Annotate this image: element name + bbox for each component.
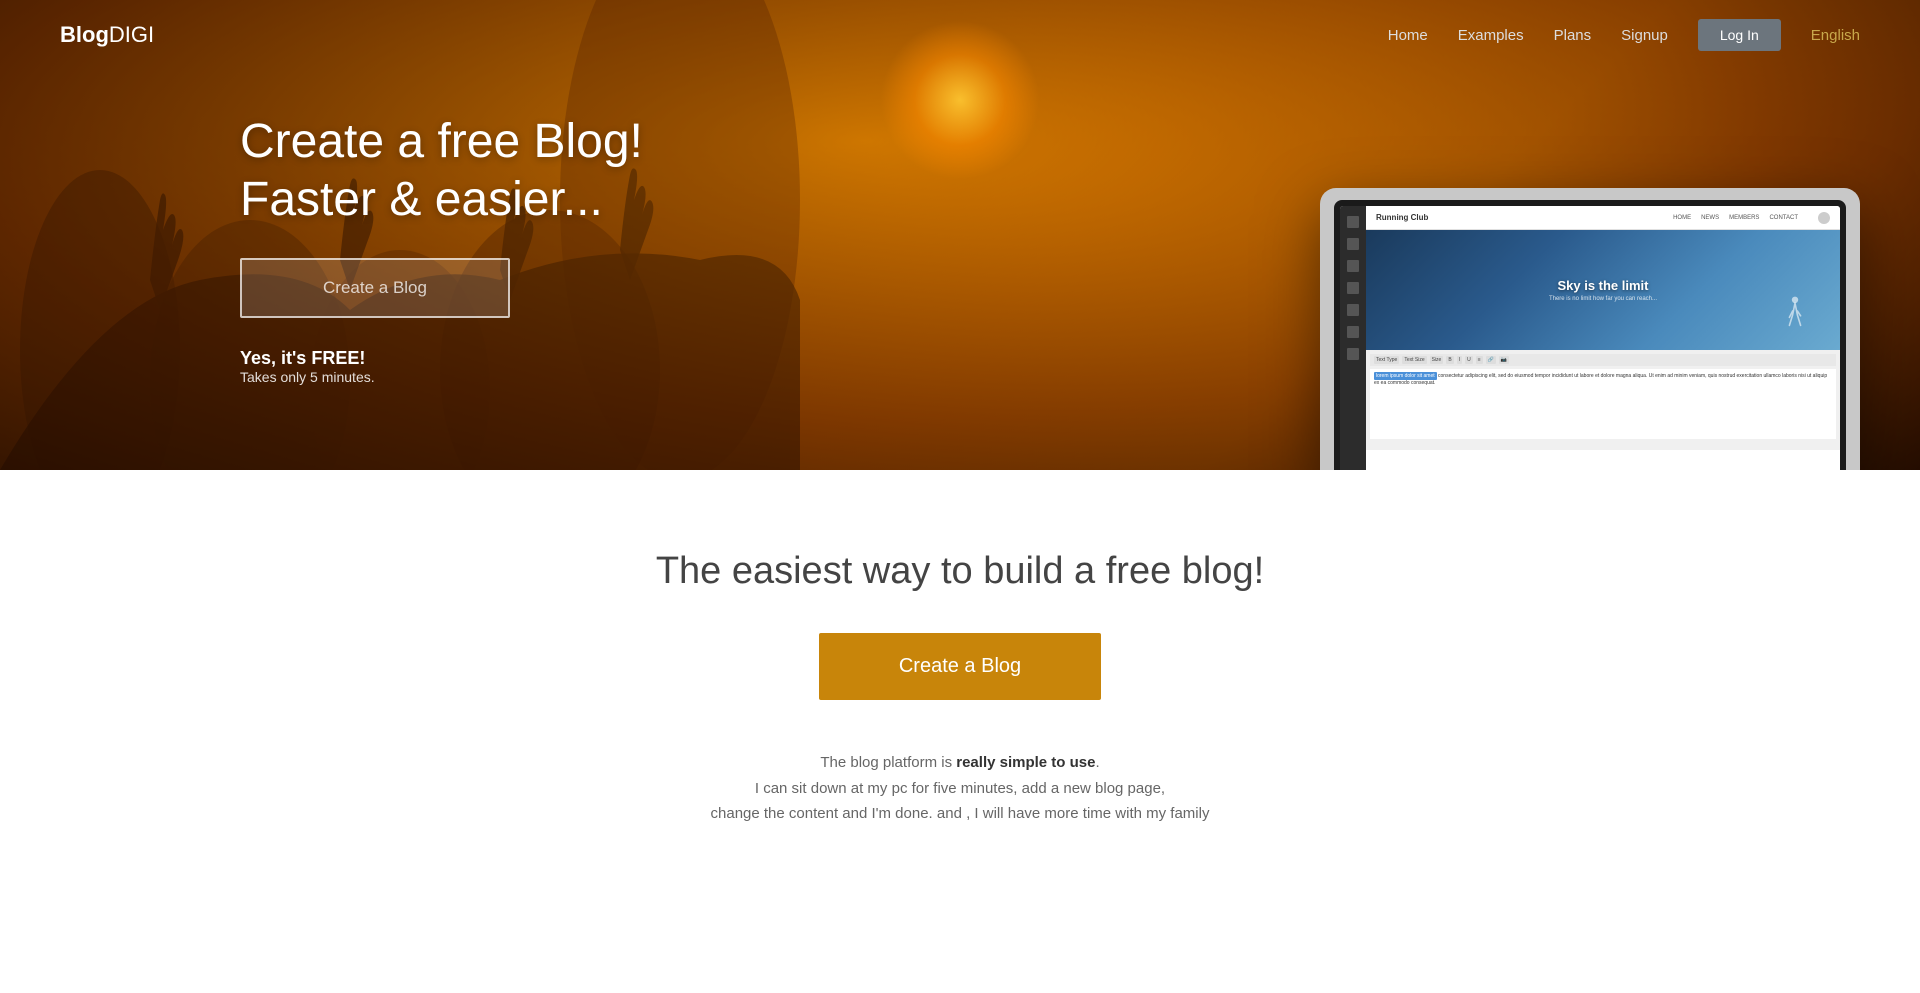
desc-part1: The blog platform is xyxy=(820,754,956,771)
nav-signup[interactable]: Signup xyxy=(1621,27,1668,44)
nav-examples[interactable]: Examples xyxy=(1458,27,1524,44)
hero-title-line2: Faster & easier... xyxy=(240,173,603,226)
tool-italic: I xyxy=(1457,356,1462,364)
tool-underline: U xyxy=(1465,356,1473,364)
laptop-screen: Running Club HOME NEWS MEMBERS CONTACT xyxy=(1340,206,1840,470)
tool-link: 🔗 xyxy=(1486,356,1496,364)
hero-content: Create a free Blog! Faster & easier... C… xyxy=(0,83,643,387)
screen-hero-img: Sky is the limit There is no limit how f… xyxy=(1366,230,1840,350)
desc-line2: I can sit down at my pc for five minutes… xyxy=(660,776,1260,802)
screen-main: Running Club HOME NEWS MEMBERS CONTACT xyxy=(1366,206,1840,470)
logo-text-thin: DIGI xyxy=(109,22,154,47)
section-tagline: The easiest way to build a free blog! xyxy=(20,550,1900,593)
laptop-mockup: Running Club HOME NEWS MEMBERS CONTACT xyxy=(1320,188,1860,470)
navbar: BlogDIGI Home Examples Plans Signup Log … xyxy=(0,0,1920,70)
screen-nav-members: MEMBERS xyxy=(1729,215,1759,221)
desc-part2: . xyxy=(1095,754,1099,771)
hero-section: Create a free Blog! Faster & easier... C… xyxy=(0,0,1920,470)
hero-free-label: Yes, it's FREE! xyxy=(240,348,643,369)
hero-cta-button[interactable]: Create a Blog xyxy=(240,258,510,318)
nav-links: Home Examples Plans Signup Log In Englis… xyxy=(1388,19,1860,51)
nav-plans[interactable]: Plans xyxy=(1554,27,1592,44)
sidebar-icon-1 xyxy=(1347,216,1359,228)
editor-highlight: lorem ipsum dolor sit amet xyxy=(1374,372,1437,380)
tool-img: 📷 xyxy=(1499,356,1509,364)
hero-title-line1: Create a free Blog! xyxy=(240,115,643,168)
sidebar-icon-3 xyxy=(1347,260,1359,272)
laptop-body: Running Club HOME NEWS MEMBERS CONTACT xyxy=(1320,188,1860,470)
sidebar-icon-6 xyxy=(1347,326,1359,338)
screen-hero-title: Sky is the limit xyxy=(1557,278,1648,293)
cta-orange-button[interactable]: Create a Blog xyxy=(819,633,1101,700)
section-features: The easiest way to build a free blog! Cr… xyxy=(0,470,1920,887)
site-logo[interactable]: BlogDIGI xyxy=(60,22,154,48)
tool-align: ≡ xyxy=(1476,356,1483,364)
screen-site-name: Running Club xyxy=(1376,213,1653,222)
editor-body: lorem ipsum dolor sit amet consectetur a… xyxy=(1370,369,1836,439)
screen-nav-home: HOME xyxy=(1673,215,1691,221)
screen-nav-items: HOME NEWS MEMBERS CONTACT xyxy=(1673,215,1798,221)
sidebar-icon-4 xyxy=(1347,282,1359,294)
language-selector[interactable]: English xyxy=(1811,27,1860,44)
screen-nav-news: NEWS xyxy=(1701,215,1719,221)
screen-topbar: Running Club HOME NEWS MEMBERS CONTACT xyxy=(1366,206,1840,230)
screen-sidebar xyxy=(1340,206,1366,470)
tool-size: Size xyxy=(1430,356,1444,364)
screen-nav-contact: CONTACT xyxy=(1769,215,1798,221)
tool-textsize: Text Size xyxy=(1402,356,1426,364)
hero-free-text: Yes, it's FREE! Takes only 5 minutes. xyxy=(240,348,643,387)
sidebar-icon-5 xyxy=(1347,304,1359,316)
screen-circle xyxy=(1818,212,1830,224)
screen-hero-sub: There is no limit how far you can reach.… xyxy=(1549,296,1657,302)
login-button[interactable]: Log In xyxy=(1698,19,1781,51)
tool-bold: B xyxy=(1446,356,1453,364)
hero-free-sub: Takes only 5 minutes. xyxy=(240,369,375,385)
desc-bold: really simple to use xyxy=(956,754,1095,771)
nav-home[interactable]: Home xyxy=(1388,27,1428,44)
section-description: The blog platform is really simple to us… xyxy=(660,750,1260,827)
editor-toolbar: Text Type Text Size Size B I U ≡ 🔗 📷 xyxy=(1370,354,1836,366)
logo-text-bold: Blog xyxy=(60,22,109,47)
desc-line3: change the content and I'm done. and , I… xyxy=(660,801,1260,827)
sidebar-icon-2 xyxy=(1347,238,1359,250)
hero-title: Create a free Blog! Faster & easier... xyxy=(240,113,643,228)
editor-body-text: consectetur adipiscing elit, sed do eius… xyxy=(1374,373,1827,386)
screen-editor: Text Type Text Size Size B I U ≡ 🔗 📷 xyxy=(1366,350,1840,450)
tool-texttype: Text Type xyxy=(1374,356,1399,364)
laptop-bezel: Running Club HOME NEWS MEMBERS CONTACT xyxy=(1334,200,1846,470)
sidebar-icon-7 xyxy=(1347,348,1359,360)
runner-silhouette-icon xyxy=(1780,295,1810,335)
